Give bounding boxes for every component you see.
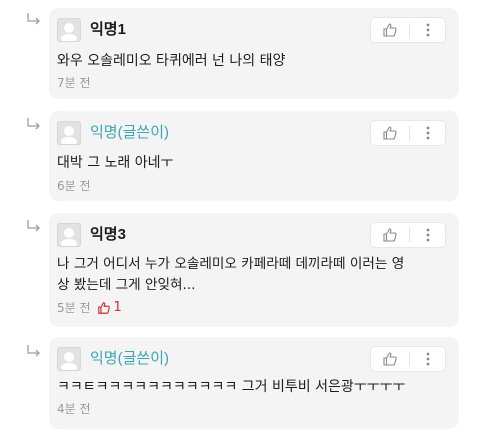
reply-arrow-icon (27, 345, 40, 357)
thumbs-up-icon (97, 302, 110, 314)
reply-arrow-icon (27, 118, 40, 130)
comment-text: 와우 오솔레미오 타퀴에러 넌 나의 태양 (57, 51, 449, 72)
comment-text-line: 대박 그 노래 아네ㅜ (57, 155, 174, 171)
comment-card: 익명(글쓴이) ㅋㅋㅌㅋㅋㅋㅋㅋㅋㅋㅋㅋㅋㅋ 그거 비투비 서은광ㅜㅜㅜㅜ 4분… (49, 337, 459, 429)
comment-meta: 4분 전 (57, 401, 91, 417)
reply-arrow-icon (27, 220, 40, 232)
comment-time: 4분 전 (57, 402, 91, 416)
comment-text: 대박 그 노래 아네ㅜ (57, 153, 449, 174)
thumbs-up-icon (383, 23, 397, 37)
comment-card: 익명1 와우 오솔레미오 타퀴에러 넌 나의 태양 7분 전 (49, 8, 459, 99)
like-count-value: 1 (113, 300, 122, 315)
comment-text-line: 상 봤는데 그게 안잊혀... (57, 277, 196, 293)
more-button[interactable] (410, 223, 446, 247)
comment-text-line: 와우 오솔레미오 타퀴에러 넌 나의 태양 (57, 53, 286, 69)
like-count[interactable]: 1 (97, 300, 122, 316)
default-avatar-icon[interactable] (57, 347, 81, 371)
reply-arrow-icon (27, 13, 40, 25)
more-button[interactable] (410, 121, 446, 145)
comment-time: 7분 전 (57, 76, 91, 90)
more-button[interactable] (410, 18, 446, 42)
comment-nickname-author[interactable]: 익명(글쓴이) (90, 122, 169, 144)
thumbs-up-icon (383, 126, 397, 140)
comment-card: 익명(글쓴이) 대박 그 노래 아네ㅜ 6분 전 (49, 111, 459, 201)
comment-actions (370, 120, 446, 146)
default-avatar-icon[interactable] (57, 18, 81, 42)
comment-nickname[interactable]: 익명1 (90, 19, 126, 41)
like-button[interactable] (371, 18, 409, 42)
default-avatar-icon[interactable] (57, 223, 81, 247)
comment-actions (370, 17, 446, 43)
comment-actions (370, 346, 446, 372)
comment-meta: 6분 전 (57, 178, 91, 194)
thumbs-up-icon (383, 228, 397, 242)
comment-meta: 5분 전 1 (57, 300, 122, 316)
comment-text-line: ㅋㅋㅌㅋㅋㅋㅋㅋㅋㅋㅋㅋㅋㅋ 그거 비투비 서은광ㅜㅜㅜㅜ (57, 379, 406, 395)
comment-text-line: 나 그거 어디서 누가 오솔레미오 카페라떼 데끼라떼 이러는 영 (57, 256, 405, 272)
default-avatar-icon[interactable] (57, 121, 81, 145)
more-vertical-icon (426, 23, 430, 37)
comment-nickname-author[interactable]: 익명(글쓴이) (90, 348, 169, 370)
comment-actions (370, 222, 446, 248)
comment-text: 나 그거 어디서 누가 오솔레미오 카페라떼 데끼라떼 이러는 영 상 봤는데 … (57, 254, 453, 296)
more-vertical-icon (426, 352, 430, 366)
comment-meta: 7분 전 (57, 75, 91, 91)
comment-time: 5분 전 (57, 301, 91, 315)
comment-text: ㅋㅋㅌㅋㅋㅋㅋㅋㅋㅋㅋㅋㅋㅋ 그거 비투비 서은광ㅜㅜㅜㅜ (57, 377, 449, 398)
comment-time: 6분 전 (57, 179, 91, 193)
comment-nickname[interactable]: 익명3 (90, 224, 126, 246)
like-button[interactable] (371, 347, 409, 371)
thumbs-up-icon (383, 352, 397, 366)
like-button[interactable] (371, 121, 409, 145)
more-vertical-icon (426, 126, 430, 140)
more-button[interactable] (410, 347, 446, 371)
comment-card: 익명3 나 그거 어디서 누가 오솔레미오 카페라떼 데끼라떼 이러는 영 상 … (49, 213, 459, 327)
more-vertical-icon (426, 228, 430, 242)
like-button[interactable] (371, 223, 409, 247)
